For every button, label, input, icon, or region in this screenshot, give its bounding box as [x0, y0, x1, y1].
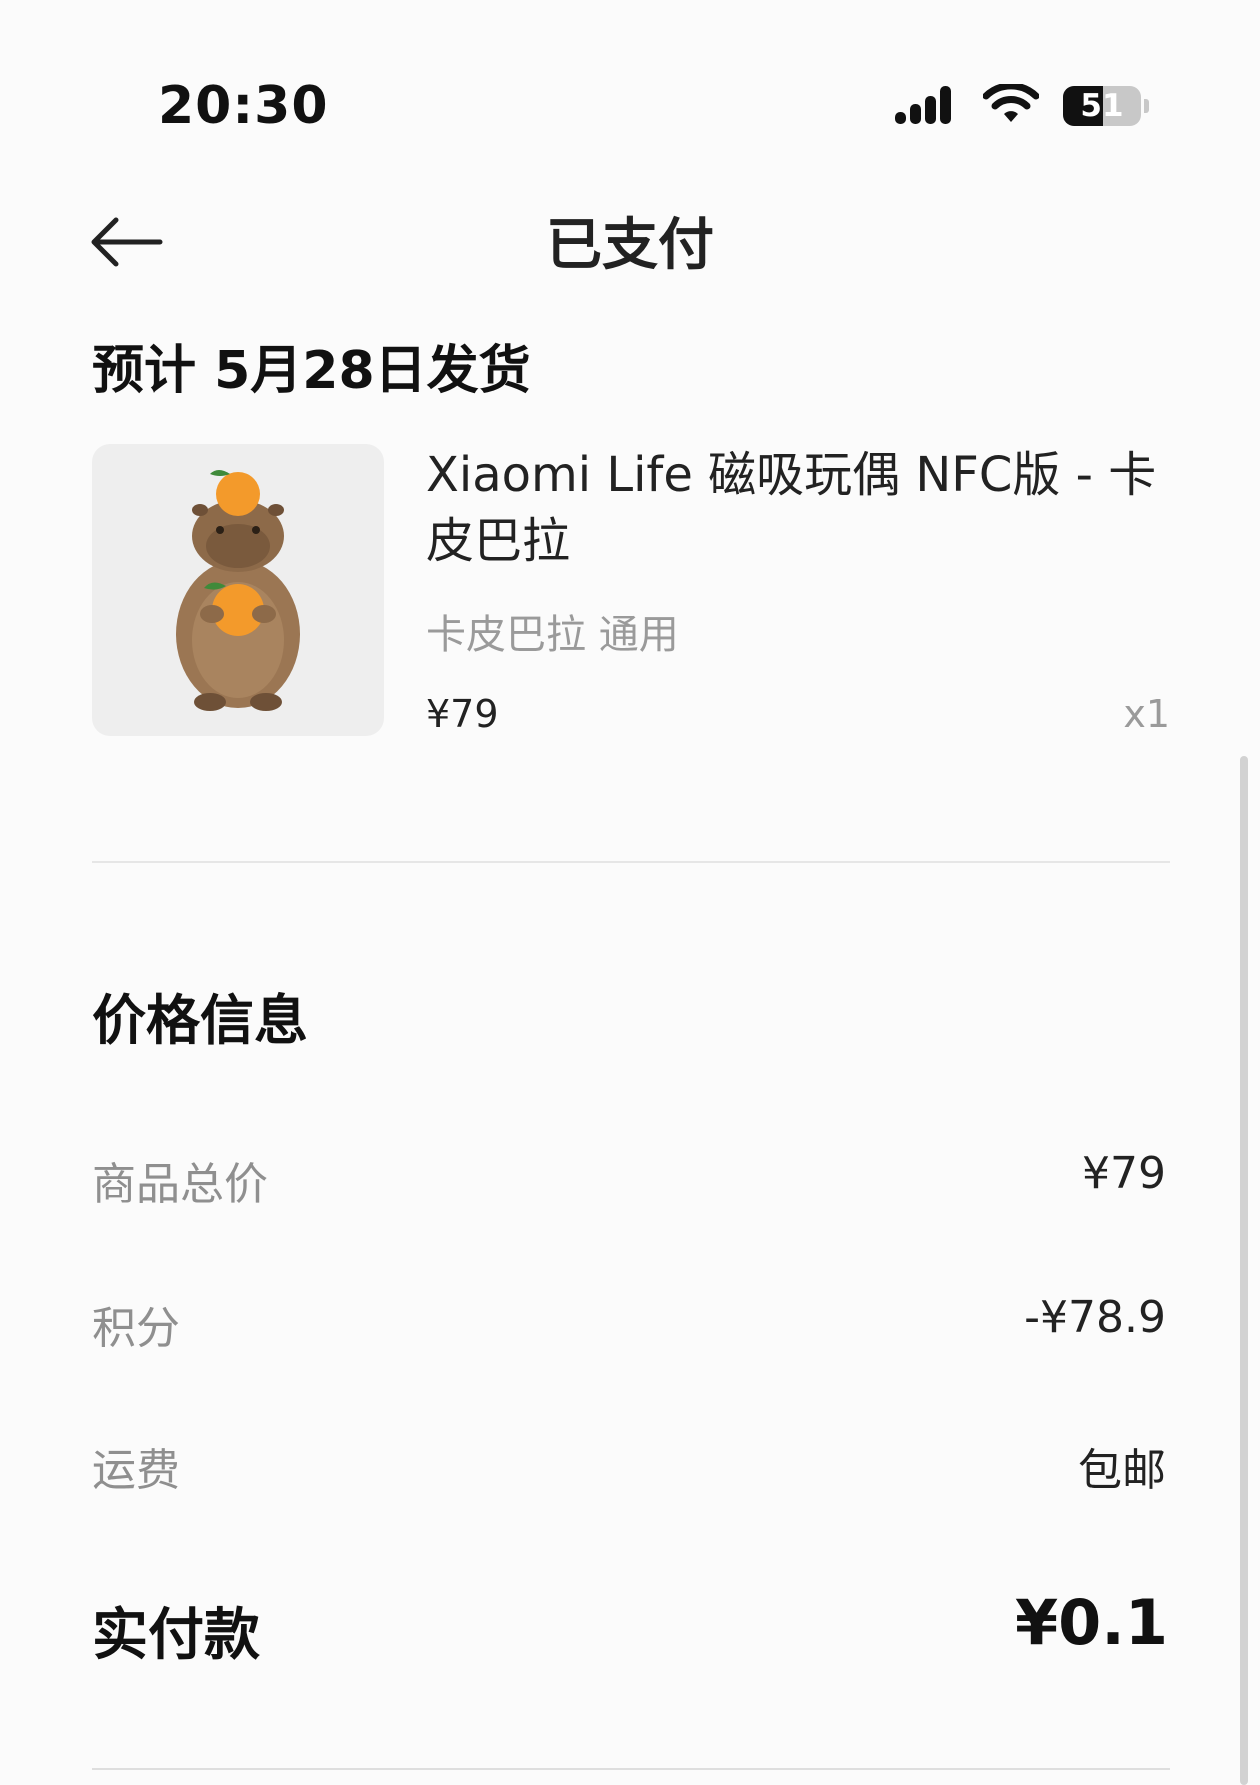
product-quantity: x1	[1123, 692, 1170, 736]
status-time: 20:30	[158, 76, 329, 136]
points-value: -¥78.9	[1024, 1292, 1166, 1343]
wifi-icon	[983, 84, 1039, 122]
shipping-fee-label: 运费	[92, 1445, 180, 1496]
price-info-title: 价格信息	[92, 989, 308, 1052]
product-name[interactable]: Xiaomi Life 磁吸玩偶 NFC版 - 卡皮巴拉	[426, 442, 1166, 574]
capybara-plush-icon	[176, 470, 300, 711]
total-paid-value: ¥0.1	[1015, 1586, 1168, 1659]
product-image[interactable]	[92, 444, 384, 736]
battery-cap	[1144, 99, 1149, 113]
subtotal-value: ¥79	[1082, 1148, 1166, 1199]
page-title: 已支付	[546, 213, 714, 278]
shipping-fee-value: 包邮	[1078, 1445, 1166, 1496]
total-paid-label: 实付款	[92, 1603, 260, 1668]
subtotal-label: 商品总价	[92, 1159, 268, 1210]
battery-icon: 51	[1063, 86, 1149, 126]
bottom-divider	[92, 1768, 1170, 1770]
signal-icon	[895, 86, 951, 124]
divider	[92, 861, 1170, 863]
shipping-estimate: 预计 5月28日发货	[92, 341, 531, 401]
points-label: 积分	[92, 1303, 180, 1354]
product-variant: 卡皮巴拉 通用	[426, 612, 679, 658]
order-detail-page: 20:30 51 已支付 预计 5月28日发货 Xiaomi Life 磁吸玩偶…	[0, 0, 1260, 1785]
battery-level: 51	[1080, 88, 1124, 124]
scrollbar[interactable]	[1240, 756, 1248, 1785]
battery-body: 51	[1063, 86, 1141, 126]
product-price: ¥79	[426, 692, 499, 736]
